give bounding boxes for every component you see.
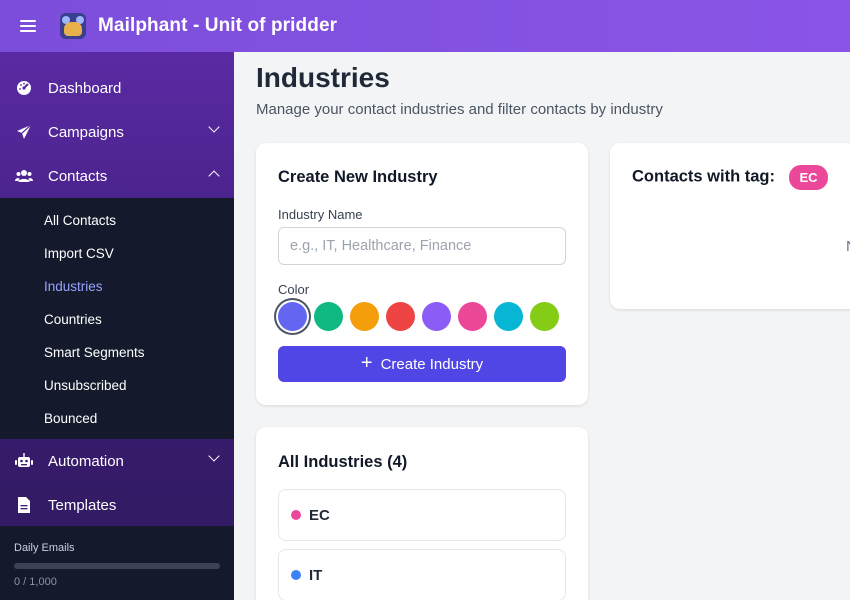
sidebar-item-label: Automation bbox=[48, 452, 124, 470]
color-swatch[interactable] bbox=[278, 302, 307, 331]
chevron-down-icon bbox=[208, 121, 220, 133]
clipped-text: N bbox=[846, 238, 850, 255]
users-icon bbox=[15, 167, 33, 185]
color-swatch[interactable] bbox=[458, 302, 487, 331]
color-swatch[interactable] bbox=[314, 302, 343, 331]
sidebar-item-contacts[interactable]: Contacts bbox=[0, 154, 234, 198]
color-swatch[interactable] bbox=[386, 302, 415, 331]
chevron-up-icon bbox=[208, 170, 220, 182]
page-title: Industries bbox=[256, 62, 390, 93]
app-title: Mailphant - Unit of pridder bbox=[98, 15, 338, 36]
submenu-item-countries[interactable]: Countries bbox=[0, 303, 234, 336]
submenu-item-bounced[interactable]: Bounced bbox=[0, 402, 234, 435]
daily-emails-progress bbox=[14, 563, 220, 569]
page-subtitle: Manage your contact industries and filte… bbox=[256, 101, 663, 118]
industry-row-it[interactable]: IT bbox=[278, 549, 566, 600]
file-icon bbox=[15, 496, 33, 514]
all-industries-card: All Industries (4) EC IT bbox=[256, 427, 588, 600]
contacts-with-tag-card: Contacts with tag: EC N bbox=[610, 143, 850, 309]
create-industry-title: Create New Industry bbox=[278, 168, 438, 186]
sidebar-item-dashboard[interactable]: Dashboard bbox=[0, 66, 234, 110]
submenu-item-all-contacts[interactable]: All Contacts bbox=[0, 204, 234, 237]
daily-emails-panel: Daily Emails 0 / 1,000 bbox=[0, 526, 234, 600]
industry-color-dot bbox=[291, 570, 301, 580]
create-industry-button-label: Create Industry bbox=[380, 355, 484, 373]
app-logo bbox=[60, 13, 86, 39]
chevron-down-icon bbox=[208, 450, 220, 462]
industry-name-label: Industry Name bbox=[278, 207, 363, 222]
create-industry-card: Create New Industry Industry Name Color … bbox=[256, 143, 588, 405]
menu-icon[interactable] bbox=[20, 20, 36, 32]
create-industry-button[interactable]: + Create Industry bbox=[278, 346, 566, 382]
color-swatch[interactable] bbox=[530, 302, 559, 331]
sidebar-item-campaigns[interactable]: Campaigns bbox=[0, 110, 234, 154]
contacts-with-tag-header: Contacts with tag: EC bbox=[632, 165, 828, 190]
paper-plane-icon bbox=[15, 123, 33, 141]
contacts-with-tag-title: Contacts with tag: bbox=[632, 167, 775, 186]
color-label: Color bbox=[278, 282, 310, 297]
color-swatch[interactable] bbox=[422, 302, 451, 331]
plus-icon: + bbox=[360, 352, 373, 374]
color-picker bbox=[278, 302, 559, 331]
sidebar-item-label: Templates bbox=[48, 496, 117, 514]
industry-name: EC bbox=[309, 506, 330, 524]
color-swatch[interactable] bbox=[350, 302, 379, 331]
sidebar-item-templates[interactable]: Templates bbox=[0, 483, 234, 527]
sidebar-item-label: Campaigns bbox=[48, 123, 124, 141]
all-industries-title: All Industries (4) bbox=[278, 453, 408, 471]
industry-row-ec[interactable]: EC bbox=[278, 489, 566, 541]
industry-name-input[interactable] bbox=[278, 227, 566, 265]
industry-color-dot bbox=[291, 510, 301, 520]
industry-name: IT bbox=[309, 566, 323, 584]
color-swatch[interactable] bbox=[494, 302, 523, 331]
submenu-item-import-csv[interactable]: Import CSV bbox=[0, 237, 234, 270]
daily-emails-label: Daily Emails bbox=[14, 542, 75, 554]
submenu-item-unsubscribed[interactable]: Unsubscribed bbox=[0, 369, 234, 402]
robot-icon bbox=[15, 452, 33, 470]
dashboard-icon bbox=[15, 79, 33, 97]
top-bar: Mailphant - Unit of pridder bbox=[0, 0, 850, 52]
submenu-item-smart-segments[interactable]: Smart Segments bbox=[0, 336, 234, 369]
submenu-item-industries[interactable]: Industries bbox=[0, 270, 234, 303]
sidebar: Dashboard Campaigns Contacts All Contact… bbox=[0, 52, 234, 600]
sidebar-item-label: Contacts bbox=[48, 167, 108, 185]
sidebar-item-automation[interactable]: Automation bbox=[0, 439, 234, 483]
contacts-submenu: All Contacts Import CSV Industries Count… bbox=[0, 198, 234, 439]
daily-emails-count: 0 / 1,000 bbox=[14, 576, 57, 588]
main-content: Industries Manage your contact industrie… bbox=[234, 52, 850, 600]
sidebar-item-label: Dashboard bbox=[48, 79, 122, 97]
tag-badge[interactable]: EC bbox=[789, 165, 828, 190]
